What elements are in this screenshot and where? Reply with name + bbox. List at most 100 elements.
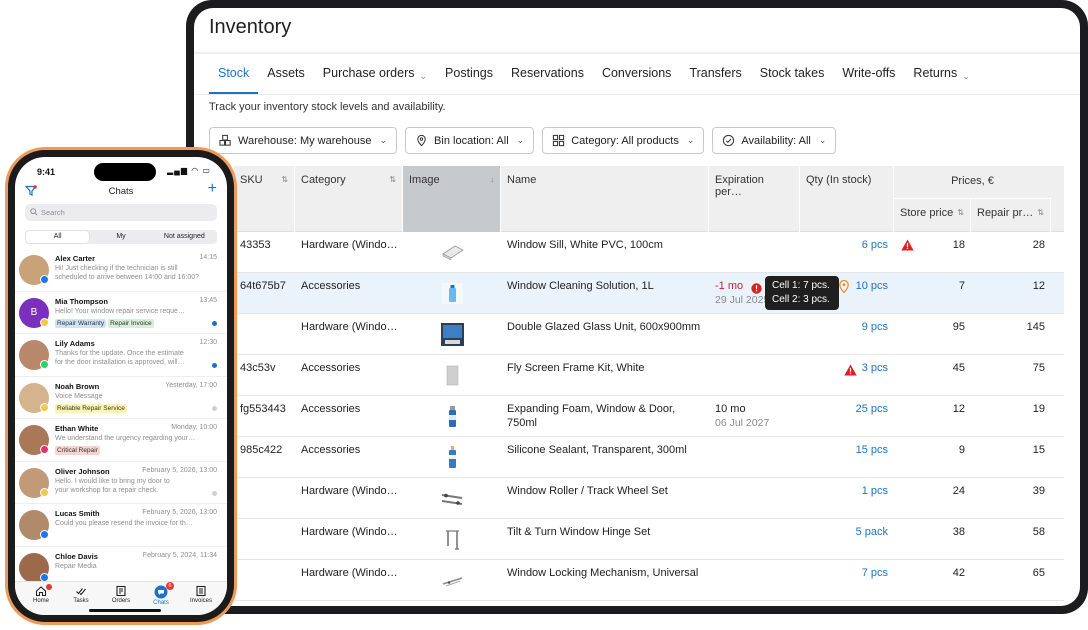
segment-all[interactable]: All bbox=[26, 231, 90, 243]
chat-name: Alex Carter bbox=[55, 254, 96, 263]
cell-category: Hardware (Windo… bbox=[301, 526, 398, 538]
chat-item[interactable]: B Mia Thompson 13:45 Hello! Your window rep… bbox=[15, 292, 227, 334]
tab-label: Reservations bbox=[511, 66, 584, 80]
nav-home[interactable]: Home bbox=[26, 584, 56, 615]
table-row[interactable]: 43353 Hardware (Windo… Window Sill, White … bbox=[234, 232, 1064, 273]
table-row[interactable]: Hardware (Windo… Window Roller / Track Wh… bbox=[234, 478, 1064, 519]
column-header-category[interactable]: Category ⇅ bbox=[295, 166, 403, 232]
product-name-line2: 750ml bbox=[507, 417, 537, 429]
column-header-store-price[interactable]: Store price ⇅ bbox=[894, 199, 971, 232]
chat-tag: Repair Warranty bbox=[55, 318, 107, 328]
column-header-name[interactable]: Name bbox=[501, 166, 709, 232]
table-row[interactable]: fg553443 Accessories Expanding Foam, Windo… bbox=[234, 396, 1064, 437]
chat-item[interactable]: Lucas Smith February 5, 2026, 13:00 Could … bbox=[15, 504, 227, 547]
search-input[interactable]: Search bbox=[25, 204, 217, 221]
nav-invoices[interactable]: Invoices bbox=[186, 585, 216, 615]
table-row[interactable]: Hardware (Windo… Window Locking Mechanism… bbox=[234, 560, 1064, 601]
product-image bbox=[440, 281, 465, 306]
qty-link[interactable]: 6 pcs bbox=[862, 239, 888, 251]
search-placeholder: Search bbox=[41, 208, 65, 217]
cell-repair-price: 58 bbox=[1032, 526, 1045, 538]
chat-preview: Voice Message bbox=[55, 392, 103, 400]
tab-purchase-orders[interactable]: Purchase orders ⌄ bbox=[314, 64, 436, 94]
segment-my[interactable]: My bbox=[89, 231, 152, 243]
table-row[interactable]: 43c53v Accessories Fly Screen Frame Kit, W… bbox=[234, 355, 1064, 396]
availability-filter[interactable]: Availability: All ⌄ bbox=[712, 127, 837, 154]
chat-tags: Repair Warranty Repair Invoice bbox=[55, 318, 154, 328]
column-header-sku[interactable]: SKU ⇅ bbox=[234, 166, 295, 232]
table-row[interactable]: 985c422 Accessories Silicone Sealant, Tran… bbox=[234, 437, 1064, 478]
column-header-qty[interactable]: Qty (In stock) bbox=[800, 166, 894, 232]
chat-tags: Reliable Repair Service bbox=[55, 403, 127, 413]
cell-sku: fg553443 bbox=[240, 403, 286, 415]
chat-time: 14:15 bbox=[199, 254, 217, 261]
unread-dot bbox=[212, 363, 217, 368]
cell-sku bbox=[234, 314, 295, 355]
qty-link[interactable]: 10 pcs bbox=[856, 280, 888, 292]
segment-not-assigned[interactable]: Not assigned bbox=[153, 231, 216, 243]
product-image bbox=[440, 240, 465, 265]
qty-link[interactable]: 7 pcs bbox=[862, 567, 888, 579]
table-row[interactable]: Hardware (Windo… Double Glazed Glass Unit… bbox=[234, 314, 1064, 355]
tab-conversions[interactable]: Conversions bbox=[593, 64, 680, 94]
column-header-image[interactable]: Image ↓ bbox=[403, 166, 501, 232]
chevron-down-icon: ⌄ bbox=[962, 71, 970, 81]
cell-qty[interactable]: 25 pcs bbox=[800, 396, 894, 437]
cell-name: Silicone Sealant, Transparent, 300ml bbox=[501, 437, 709, 478]
chat-time: February 5, 2026, 13:00 bbox=[142, 466, 217, 474]
tab-postings[interactable]: Postings bbox=[436, 64, 502, 94]
bin-location-filter[interactable]: Bin location: All ⌄ bbox=[405, 127, 535, 154]
tab-stock[interactable]: Stock bbox=[209, 64, 259, 94]
chat-item[interactable]: Alex Carter 14:15 Hi! Just checking if the… bbox=[15, 249, 227, 292]
cell-qty[interactable]: 1 pcs bbox=[800, 478, 894, 519]
cell-store-price: 24 bbox=[952, 485, 965, 497]
column-header-repair-price[interactable]: Repair pr… ⇅ bbox=[971, 199, 1051, 232]
cell-qty[interactable]: 5 pack bbox=[800, 519, 894, 560]
column-group-prices: Prices, € bbox=[894, 166, 1051, 199]
expiration-period: 10 mo bbox=[715, 403, 746, 415]
qty-link[interactable]: 5 pack bbox=[856, 526, 888, 538]
chat-item[interactable]: Noah Brown Yesterday, 17:00 Voice Message R… bbox=[15, 377, 227, 419]
cell-repair-price: 39 bbox=[1032, 485, 1045, 497]
tab-transfers[interactable]: Transfers bbox=[680, 64, 750, 94]
cell-qty[interactable]: 6 pcs bbox=[800, 232, 894, 273]
chat-name: Mia Thompson bbox=[55, 296, 108, 306]
column-label: Expiration per… bbox=[715, 174, 764, 198]
tab-stock-takes[interactable]: Stock takes bbox=[751, 64, 834, 94]
warehouse-filter[interactable]: Warehouse: My warehouse ⌄ bbox=[209, 127, 398, 154]
cell-qty[interactable]: 9 pcs bbox=[800, 314, 894, 355]
cell-qty[interactable]: 7 pcs bbox=[800, 560, 894, 601]
cell-sku: 43353 bbox=[240, 239, 271, 251]
qty-link[interactable]: 1 pcs bbox=[862, 485, 888, 497]
tab-write-offs[interactable]: Write-offs bbox=[833, 64, 904, 94]
column-label: SKU bbox=[240, 174, 263, 186]
product-image bbox=[440, 527, 465, 552]
table-row[interactable]: Hardware (Windo… Tilt & Turn Window Hinge… bbox=[234, 519, 1064, 560]
segmented-control: All My Not assigned bbox=[25, 230, 217, 244]
product-name: Fly Screen Frame Kit, White bbox=[507, 362, 645, 374]
cell-repair-price: 12 bbox=[1032, 280, 1045, 292]
chat-item[interactable]: Lily Adams 12:30 Thanks for the update. On… bbox=[15, 334, 227, 377]
category-filter[interactable]: Category: All products ⌄ bbox=[542, 127, 705, 154]
qty-link[interactable]: 9 pcs bbox=[862, 321, 888, 333]
cell-qty[interactable]: 15 pcs bbox=[800, 437, 894, 478]
chat-name: Chloe Davis bbox=[55, 551, 98, 561]
location-pin-icon[interactable] bbox=[839, 279, 849, 294]
tab-assets[interactable]: Assets bbox=[258, 64, 314, 94]
tab-returns[interactable]: Returns ⌄ bbox=[904, 64, 978, 94]
qty-link[interactable]: 15 pcs bbox=[856, 444, 888, 456]
dynamic-island bbox=[94, 163, 156, 181]
column-label: Qty (In stock) bbox=[806, 174, 872, 186]
add-icon[interactable]: + bbox=[208, 181, 217, 197]
cell-store-price: 7 bbox=[958, 280, 965, 292]
table-row[interactable]: 64t675b7 Accessories Window Cleaning Solut… bbox=[234, 273, 1064, 314]
tab-reservations[interactable]: Reservations bbox=[502, 64, 593, 94]
chevron-down-icon: ⌄ bbox=[818, 135, 827, 145]
column-header-expiration[interactable]: Expiration per… bbox=[709, 166, 800, 232]
chat-item[interactable]: Ethan White Monday, 10:00 We understand th… bbox=[15, 419, 227, 462]
cell-repair-price: 65 bbox=[1032, 567, 1045, 579]
chat-item[interactable]: Oliver Johnson February 5, 2026, 13:00 Hel… bbox=[15, 462, 227, 504]
qty-link[interactable]: 3 pcs bbox=[862, 362, 888, 374]
nav-label: Tasks bbox=[73, 598, 89, 604]
qty-link[interactable]: 25 pcs bbox=[856, 403, 888, 415]
